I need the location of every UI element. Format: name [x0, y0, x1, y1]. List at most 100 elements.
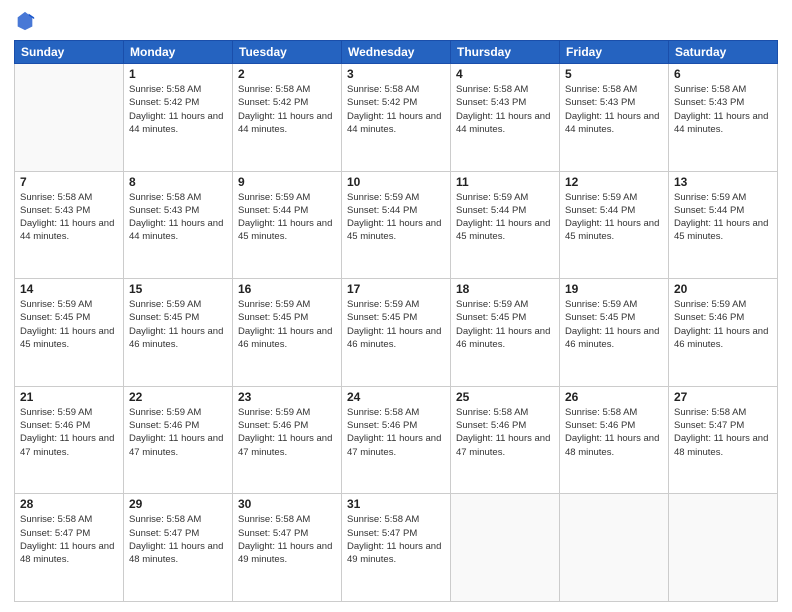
day-number: 9 [238, 175, 336, 189]
calendar-cell: 7 Sunrise: 5:58 AMSunset: 5:43 PMDaylight… [15, 171, 124, 279]
calendar-cell: 2 Sunrise: 5:58 AMSunset: 5:42 PMDaylight… [233, 64, 342, 172]
calendar-cell: 5Sunrise: 5:58 AMSunset: 5:43 PMDaylight… [560, 64, 669, 172]
day-info: Sunrise: 5:59 AMSunset: 5:45 PMDaylight:… [129, 298, 227, 351]
calendar-cell: 24 Sunrise: 5:58 AMSunset: 5:46 PMDayligh… [342, 386, 451, 494]
day-info: Sunrise: 5:59 AMSunset: 5:45 PMDaylight:… [20, 298, 118, 351]
calendar-cell: 1Sunrise: 5:58 AMSunset: 5:42 PMDaylight… [124, 64, 233, 172]
calendar-cell: 31Sunrise: 5:58 AMSunset: 5:47 PMDayligh… [342, 494, 451, 602]
calendar-cell: 8 Sunrise: 5:58 AMSunset: 5:43 PMDaylight… [124, 171, 233, 279]
day-info: Sunrise: 5:59 AMSunset: 5:45 PMDaylight:… [565, 298, 663, 351]
day-number: 25 [456, 390, 554, 404]
calendar-cell: 3Sunrise: 5:58 AMSunset: 5:42 PMDaylight… [342, 64, 451, 172]
day-number: 19 [565, 282, 663, 296]
day-number: 6 [674, 67, 772, 81]
calendar-cell [669, 494, 778, 602]
day-info: Sunrise: 5:58 AMSunset: 5:43 PMDaylight:… [20, 191, 118, 244]
calendar-cell: 22 Sunrise: 5:59 AMSunset: 5:46 PMDayligh… [124, 386, 233, 494]
calendar-header-friday: Friday [560, 41, 669, 64]
calendar-cell: 15 Sunrise: 5:59 AMSunset: 5:45 PMDayligh… [124, 279, 233, 387]
calendar-cell: 25 Sunrise: 5:58 AMSunset: 5:46 PMDayligh… [451, 386, 560, 494]
day-number: 20 [674, 282, 772, 296]
day-info: Sunrise: 5:58 AMSunset: 5:47 PMDaylight:… [129, 513, 227, 566]
day-info: Sunrise: 5:59 AMSunset: 5:44 PMDaylight:… [238, 191, 336, 244]
day-number: 21 [20, 390, 118, 404]
day-number: 15 [129, 282, 227, 296]
day-number: 8 [129, 175, 227, 189]
day-number: 4 [456, 67, 554, 81]
day-info: Sunrise: 5:59 AMSunset: 5:46 PMDaylight:… [238, 406, 336, 459]
calendar-header-thursday: Thursday [451, 41, 560, 64]
calendar-cell: 6 Sunrise: 5:58 AMSunset: 5:43 PMDaylight… [669, 64, 778, 172]
day-number: 3 [347, 67, 445, 81]
day-info: Sunrise: 5:59 AMSunset: 5:44 PMDaylight:… [456, 191, 554, 244]
day-number: 26 [565, 390, 663, 404]
calendar-cell: 27 Sunrise: 5:58 AMSunset: 5:47 PMDayligh… [669, 386, 778, 494]
calendar-cell [451, 494, 560, 602]
page: SundayMondayTuesdayWednesdayThursdayFrid… [0, 0, 792, 612]
calendar-cell: 11 Sunrise: 5:59 AMSunset: 5:44 PMDayligh… [451, 171, 560, 279]
calendar-cell: 18Sunrise: 5:59 AMSunset: 5:45 PMDayligh… [451, 279, 560, 387]
day-info: Sunrise: 5:58 AMSunset: 5:43 PMDaylight:… [129, 191, 227, 244]
day-number: 27 [674, 390, 772, 404]
day-info: Sunrise: 5:59 AMSunset: 5:44 PMDaylight:… [347, 191, 445, 244]
day-number: 23 [238, 390, 336, 404]
day-info: Sunrise: 5:58 AMSunset: 5:47 PMDaylight:… [20, 513, 118, 566]
day-number: 28 [20, 497, 118, 511]
calendar-cell: 29 Sunrise: 5:58 AMSunset: 5:47 PMDayligh… [124, 494, 233, 602]
day-info: Sunrise: 5:59 AMSunset: 5:46 PMDaylight:… [674, 298, 772, 351]
logo-icon [14, 10, 36, 32]
calendar-cell [560, 494, 669, 602]
day-number: 11 [456, 175, 554, 189]
day-info: Sunrise: 5:59 AMSunset: 5:44 PMDaylight:… [674, 191, 772, 244]
day-info: Sunrise: 5:58 AMSunset: 5:46 PMDaylight:… [456, 406, 554, 459]
day-info: Sunrise: 5:58 AMSunset: 5:46 PMDaylight:… [565, 406, 663, 459]
day-info: Sunrise: 5:58 AMSunset: 5:42 PMDaylight:… [129, 83, 227, 136]
calendar-cell: 9 Sunrise: 5:59 AMSunset: 5:44 PMDaylight… [233, 171, 342, 279]
day-info: Sunrise: 5:58 AMSunset: 5:43 PMDaylight:… [674, 83, 772, 136]
day-info: Sunrise: 5:58 AMSunset: 5:46 PMDaylight:… [347, 406, 445, 459]
day-info: Sunrise: 5:59 AMSunset: 5:45 PMDaylight:… [347, 298, 445, 351]
calendar-table: SundayMondayTuesdayWednesdayThursdayFrid… [14, 40, 778, 602]
day-info: Sunrise: 5:59 AMSunset: 5:44 PMDaylight:… [565, 191, 663, 244]
calendar-week-2: 7 Sunrise: 5:58 AMSunset: 5:43 PMDaylight… [15, 171, 778, 279]
calendar-cell: 20 Sunrise: 5:59 AMSunset: 5:46 PMDayligh… [669, 279, 778, 387]
day-info: Sunrise: 5:58 AMSunset: 5:47 PMDaylight:… [238, 513, 336, 566]
day-number: 5 [565, 67, 663, 81]
day-number: 29 [129, 497, 227, 511]
day-number: 24 [347, 390, 445, 404]
calendar-cell: 19 Sunrise: 5:59 AMSunset: 5:45 PMDayligh… [560, 279, 669, 387]
calendar-header-row: SundayMondayTuesdayWednesdayThursdayFrid… [15, 41, 778, 64]
calendar-cell [15, 64, 124, 172]
calendar-header-sunday: Sunday [15, 41, 124, 64]
calendar-cell: 26 Sunrise: 5:58 AMSunset: 5:46 PMDayligh… [560, 386, 669, 494]
calendar-header-wednesday: Wednesday [342, 41, 451, 64]
calendar-cell: 13Sunrise: 5:59 AMSunset: 5:44 PMDayligh… [669, 171, 778, 279]
header [14, 10, 778, 32]
day-number: 2 [238, 67, 336, 81]
calendar-header-saturday: Saturday [669, 41, 778, 64]
day-number: 14 [20, 282, 118, 296]
calendar-cell: 17 Sunrise: 5:59 AMSunset: 5:45 PMDayligh… [342, 279, 451, 387]
calendar-header-tuesday: Tuesday [233, 41, 342, 64]
day-number: 17 [347, 282, 445, 296]
calendar-cell: 12Sunrise: 5:59 AMSunset: 5:44 PMDayligh… [560, 171, 669, 279]
calendar-cell: 28 Sunrise: 5:58 AMSunset: 5:47 PMDayligh… [15, 494, 124, 602]
day-number: 18 [456, 282, 554, 296]
calendar-week-4: 21 Sunrise: 5:59 AMSunset: 5:46 PMDayligh… [15, 386, 778, 494]
day-info: Sunrise: 5:59 AMSunset: 5:46 PMDaylight:… [20, 406, 118, 459]
day-info: Sunrise: 5:59 AMSunset: 5:46 PMDaylight:… [129, 406, 227, 459]
calendar-cell: 21 Sunrise: 5:59 AMSunset: 5:46 PMDayligh… [15, 386, 124, 494]
day-number: 22 [129, 390, 227, 404]
day-number: 7 [20, 175, 118, 189]
day-info: Sunrise: 5:58 AMSunset: 5:47 PMDaylight:… [347, 513, 445, 566]
day-info: Sunrise: 5:58 AMSunset: 5:43 PMDaylight:… [456, 83, 554, 136]
calendar-cell: 16Sunrise: 5:59 AMSunset: 5:45 PMDayligh… [233, 279, 342, 387]
calendar-cell: 4 Sunrise: 5:58 AMSunset: 5:43 PMDaylight… [451, 64, 560, 172]
day-info: Sunrise: 5:58 AMSunset: 5:42 PMDaylight:… [238, 83, 336, 136]
day-number: 10 [347, 175, 445, 189]
calendar-cell: 30Sunrise: 5:58 AMSunset: 5:47 PMDayligh… [233, 494, 342, 602]
calendar-cell: 14 Sunrise: 5:59 AMSunset: 5:45 PMDayligh… [15, 279, 124, 387]
day-info: Sunrise: 5:58 AMSunset: 5:47 PMDaylight:… [674, 406, 772, 459]
calendar-week-1: 1Sunrise: 5:58 AMSunset: 5:42 PMDaylight… [15, 64, 778, 172]
day-info: Sunrise: 5:59 AMSunset: 5:45 PMDaylight:… [238, 298, 336, 351]
